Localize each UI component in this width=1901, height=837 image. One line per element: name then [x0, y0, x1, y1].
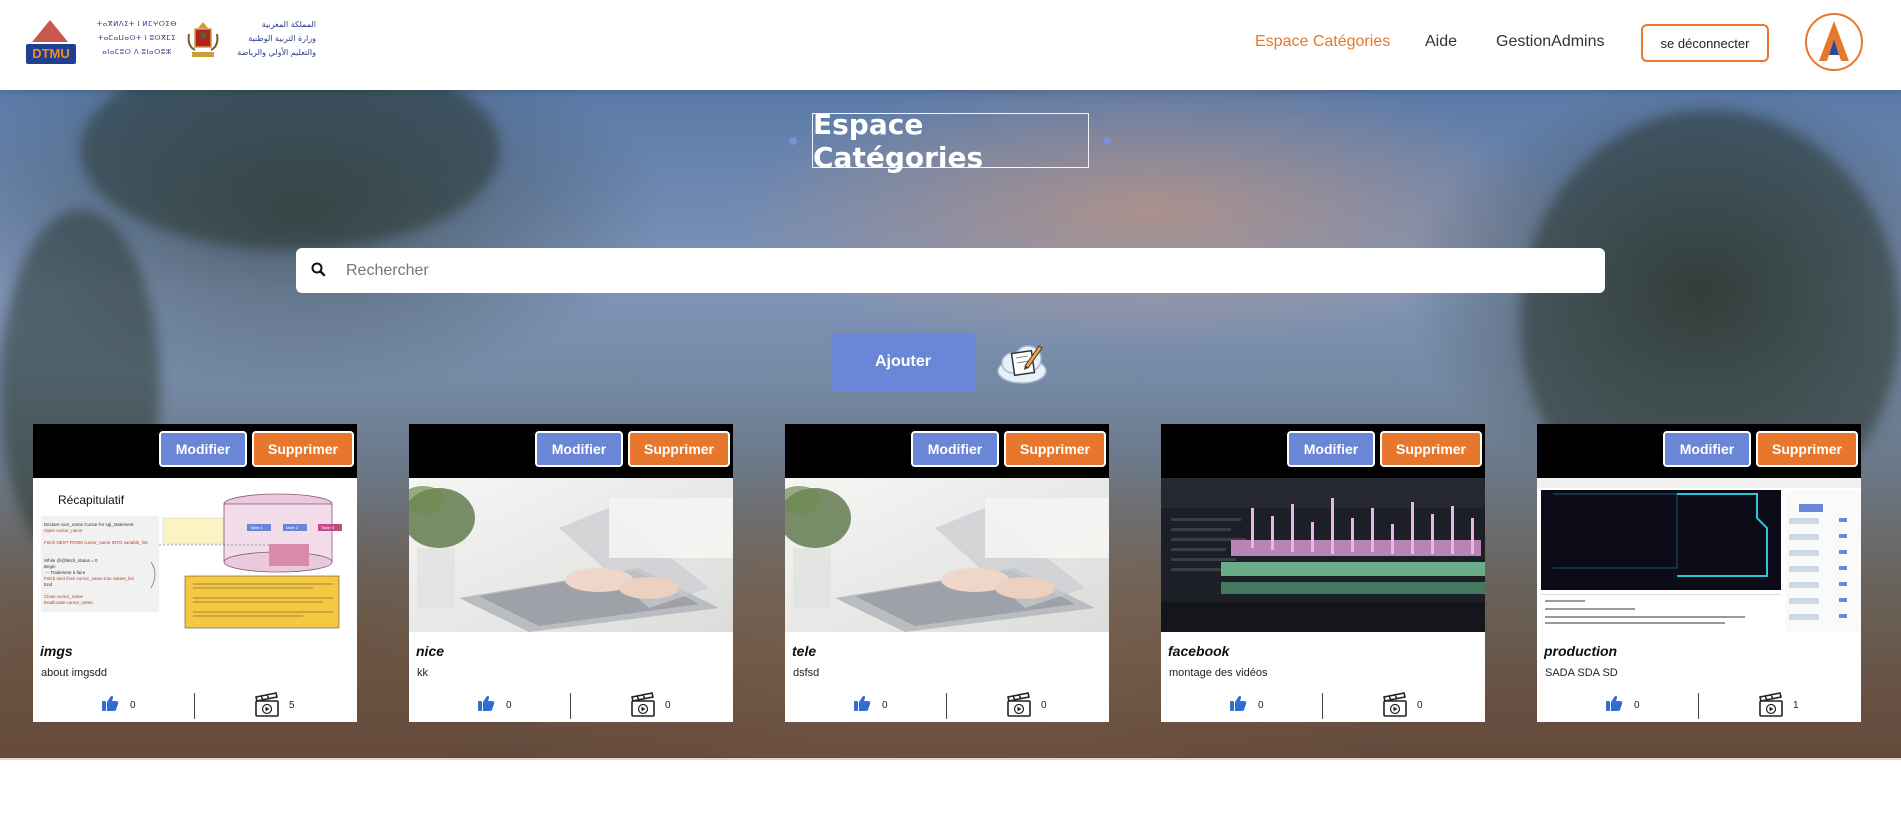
- modify-button[interactable]: Modifier: [159, 431, 247, 467]
- moroccan-seal-icon: [187, 22, 219, 57]
- diagram-slide-image: Récapitulatif Declare curs_name Cursor f…: [33, 478, 357, 632]
- svg-text:Begin: Begin: [44, 564, 56, 569]
- delete-button[interactable]: Supprimer: [1380, 431, 1482, 467]
- video-editing-photo-image: [1161, 478, 1485, 632]
- svg-text:Declare curs_name Cursor for s: Declare curs_name Cursor for sql_stateme…: [44, 522, 134, 527]
- category-name[interactable]: tele: [792, 643, 816, 659]
- video-count: 5: [289, 700, 295, 711]
- modify-button[interactable]: Modifier: [535, 431, 623, 467]
- nav-espace-categories[interactable]: Espace Catégories: [1255, 33, 1390, 51]
- title-dot-right: [1103, 137, 1111, 145]
- page-title: Espace Catégories: [813, 107, 984, 174]
- divider: [1698, 693, 1699, 719]
- footer-divider: [0, 758, 1901, 760]
- category-description: about imgsdd: [41, 667, 108, 679]
- category-thumbnail[interactable]: [1161, 478, 1485, 632]
- thumbs-up-icon[interactable]: [1605, 694, 1623, 712]
- svg-text:Table 1: Table 1: [250, 525, 264, 530]
- category-thumbnail[interactable]: Récapitulatif Declare curs_name Cursor f…: [33, 478, 357, 632]
- thumbs-up-icon[interactable]: [477, 694, 495, 712]
- laptop-photo-image: [409, 478, 733, 632]
- logo-graphic: [32, 20, 68, 42]
- thumbs-up-icon[interactable]: [853, 694, 871, 712]
- clapperboard-icon[interactable]: [1006, 692, 1032, 718]
- nav-gestion-admins[interactable]: GestionAdmins: [1496, 33, 1605, 51]
- like-count: 0: [1258, 700, 1264, 711]
- divider: [570, 693, 571, 719]
- category-description: SADA SDA SD: [1545, 667, 1618, 679]
- category-card[interactable]: Modifier Supprimer tele dsfsd 0 0: [785, 424, 1109, 722]
- user-avatar-icon: [1808, 16, 1860, 68]
- slide-title: Récapitulatif: [58, 493, 125, 507]
- category-thumbnail[interactable]: [409, 478, 733, 632]
- category-description: kk: [417, 667, 428, 679]
- nav-aide[interactable]: Aide: [1425, 33, 1457, 51]
- clapperboard-icon[interactable]: [1758, 692, 1784, 718]
- divider: [194, 693, 195, 719]
- video-count: 0: [1041, 700, 1047, 711]
- svg-text:Fetch NEXT FROM cursor_name IN: Fetch NEXT FROM cursor_name INTO variabl…: [44, 540, 149, 545]
- video-count: 0: [1417, 700, 1423, 711]
- ministry-arabic: المملكة المغربية وزارة التربية الوطنية و…: [237, 20, 316, 57]
- svg-text:End: End: [44, 582, 53, 587]
- delete-button[interactable]: Supprimer: [1756, 431, 1858, 467]
- category-name[interactable]: facebook: [1168, 643, 1229, 659]
- category-thumbnail[interactable]: [785, 478, 1109, 632]
- category-card[interactable]: Modifier Supprimer nice kk 0 0: [409, 424, 733, 722]
- svg-text:While @@fetch_status = 0: While @@fetch_status = 0: [44, 558, 98, 563]
- category-name[interactable]: imgs: [40, 643, 73, 659]
- category-card[interactable]: Modifier Supprimer: [1161, 424, 1485, 722]
- like-count: 0: [130, 700, 136, 711]
- app-screenshot-image: [1537, 478, 1861, 632]
- category-card[interactable]: Modifier Supprimer Récapitulatif Declare…: [33, 424, 357, 722]
- ministry-tifinagh: ⵜⴰⴳⵍⴷⵉⵜ ⵏ ⵍⵎⵖⵔⵉⴱ ⵜⴰⵎⴰⵡⴰⵙⵜ ⵏ ⵓⵙⴳⵎⵉ ⴰⵏⴰⵎⵓⵔ…: [96, 21, 178, 56]
- svg-text:Close cursor_name: Close cursor_name: [44, 594, 84, 599]
- avatar[interactable]: [1805, 13, 1863, 71]
- dtmu-logo[interactable]: DTMU: [26, 20, 76, 64]
- like-count: 0: [506, 700, 512, 711]
- delete-button[interactable]: Supprimer: [252, 431, 354, 467]
- category-card[interactable]: Modifier Supprimer: [1537, 424, 1861, 722]
- video-count: 0: [665, 700, 671, 711]
- like-count: 0: [882, 700, 888, 711]
- search-bar: [296, 248, 1605, 293]
- svg-text:Open cursor_name: Open cursor_name: [44, 528, 83, 533]
- delete-button[interactable]: Supprimer: [1004, 431, 1106, 467]
- category-description: dsfsd: [793, 667, 820, 679]
- video-count: 1: [1793, 700, 1799, 711]
- delete-button[interactable]: Supprimer: [628, 431, 730, 467]
- add-category-button[interactable]: Ajouter: [831, 333, 975, 391]
- ministry-logo: ⵜⴰⴳⵍⴷⵉⵜ ⵏ ⵍⵎⵖⵔⵉⴱ ⵜⴰⵎⴰⵡⴰⵙⵜ ⵏ ⵓⵙⴳⵎⵉ ⴰⵏⴰⵎⵓⵔ…: [94, 18, 316, 66]
- search-input[interactable]: [346, 248, 1586, 293]
- modify-button[interactable]: Modifier: [1287, 431, 1375, 467]
- category-description: montage des vidéos: [1169, 667, 1268, 679]
- title-dot-left: [789, 137, 797, 145]
- clapperboard-icon[interactable]: [1382, 692, 1408, 718]
- category-name[interactable]: production: [1544, 643, 1617, 659]
- logout-button[interactable]: se déconnecter: [1641, 24, 1769, 62]
- top-header: DTMU ⵜⴰⴳⵍⴷⵉⵜ ⵏ ⵍⵎⵖⵔⵉⴱ ⵜⴰⵎⴰⵡⴰⵙⵜ ⵏ ⵓⵙⴳⵎⵉ ⴰ…: [0, 0, 1901, 90]
- svg-text:Deallocate cursor_name: Deallocate cursor_name: [44, 600, 93, 605]
- search-icon[interactable]: [310, 261, 328, 279]
- like-count: 0: [1634, 700, 1640, 711]
- thumbs-up-icon[interactable]: [1229, 694, 1247, 712]
- category-thumbnail[interactable]: [1537, 478, 1861, 632]
- category-name[interactable]: nice: [416, 643, 444, 659]
- divider: [1322, 693, 1323, 719]
- laptop-photo-image: [785, 478, 1109, 632]
- logo-text: DTMU: [26, 44, 76, 64]
- svg-text:Table 3: Table 3: [321, 525, 335, 530]
- svg-text:Fetch next from cursor_name In: Fetch next from cursor_name Into values_…: [44, 576, 135, 581]
- divider: [946, 693, 947, 719]
- page-title-box: Espace Catégories: [812, 108, 1089, 174]
- svg-text:table 2: table 2: [286, 525, 299, 530]
- svg-text:-- Traitement à faire: -- Traitement à faire: [46, 570, 86, 575]
- clapperboard-icon[interactable]: [254, 692, 280, 718]
- modify-button[interactable]: Modifier: [1663, 431, 1751, 467]
- modify-button[interactable]: Modifier: [911, 431, 999, 467]
- add-note-cloud-icon[interactable]: [995, 338, 1049, 386]
- thumbs-up-icon[interactable]: [101, 694, 119, 712]
- clapperboard-icon[interactable]: [630, 692, 656, 718]
